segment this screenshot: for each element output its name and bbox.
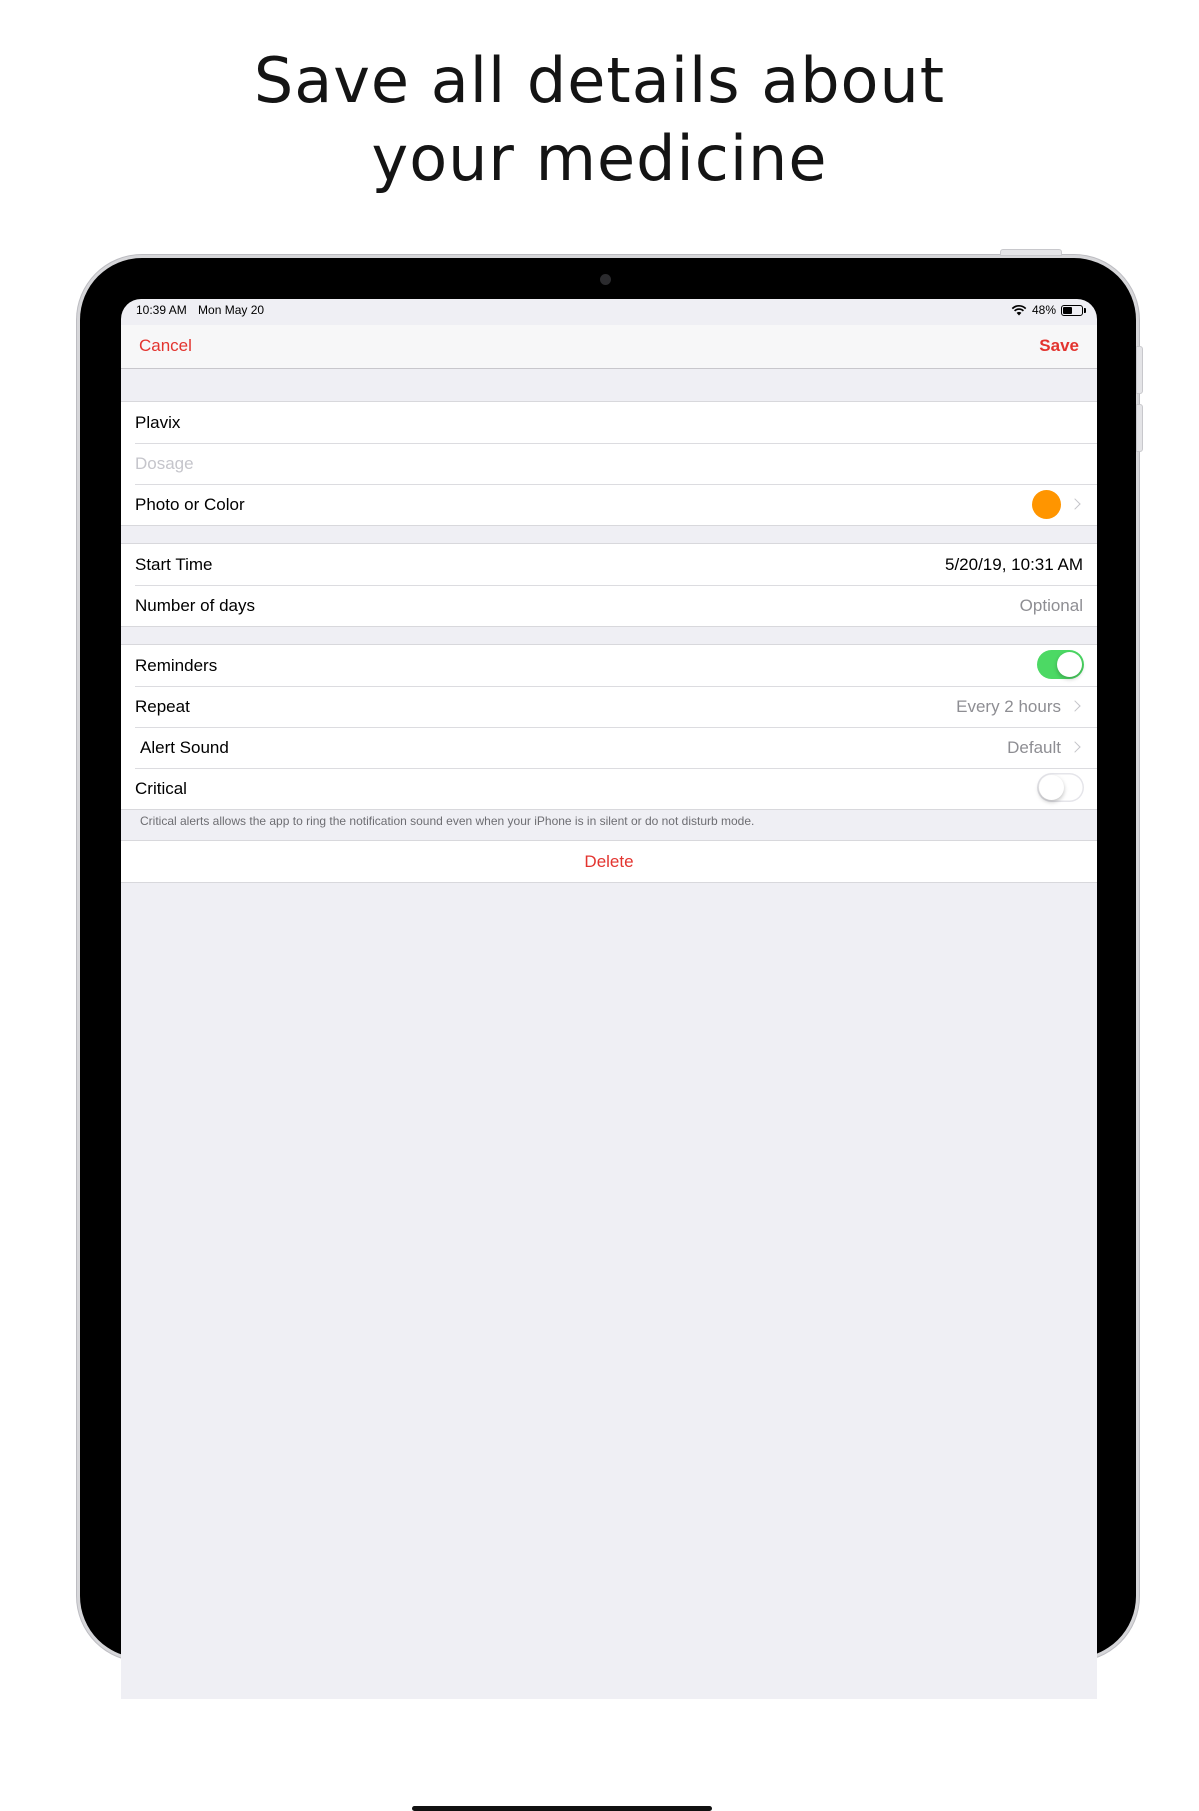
medicine-name-field[interactable]: Plavix: [135, 413, 180, 433]
delete-label: Delete: [584, 852, 634, 871]
chevron-right-icon: [1069, 498, 1081, 510]
photo-or-color-row[interactable]: Photo or Color: [121, 484, 1097, 525]
repeat-value: Every 2 hours: [956, 697, 1061, 716]
number-of-days-label: Number of days: [135, 596, 255, 615]
medicine-name-row[interactable]: Plavix: [121, 402, 1097, 443]
reminders-toggle[interactable]: [1037, 650, 1084, 679]
reminders-label: Reminders: [135, 656, 218, 675]
chevron-right-icon: [1069, 700, 1081, 712]
photo-or-color-label: Photo or Color: [135, 495, 245, 514]
top-button: [1000, 249, 1062, 256]
delete-button[interactable]: Delete: [121, 840, 1097, 883]
navigation-bar: Cancel Save: [121, 325, 1097, 369]
ipad-device-frame: 10:39 AM Mon May 20 48% Cancel Save Plav…: [80, 249, 1143, 1811]
home-indicator: [412, 1806, 712, 1811]
number-of-days-input[interactable]: Optional: [1020, 596, 1083, 616]
start-time-label: Start Time: [135, 555, 213, 574]
alert-sound-row[interactable]: Alert Sound Default: [121, 727, 1097, 768]
start-time-value[interactable]: 5/20/19, 10:31 AM: [945, 555, 1083, 575]
number-of-days-row[interactable]: Number of days Optional: [121, 585, 1097, 626]
medicine-color-swatch: [1032, 490, 1061, 519]
toggle-knob: [1057, 652, 1082, 677]
battery-icon: [1061, 304, 1086, 316]
headline-line-2: your medicine: [371, 122, 828, 195]
toggle-knob: [1039, 775, 1064, 800]
volume-down-button: [1136, 404, 1143, 452]
chevron-right-icon: [1069, 741, 1081, 753]
repeat-label: Repeat: [135, 697, 190, 716]
dosage-field[interactable]: Dosage: [135, 454, 194, 474]
battery-level-fill: [1063, 306, 1072, 314]
reminders-row: Reminders: [121, 645, 1097, 686]
battery-percent: 48%: [1031, 303, 1056, 317]
alerts-section: Reminders Repeat Every 2 hours Alert Sou…: [121, 644, 1097, 810]
alert-sound-value: Default: [1007, 738, 1061, 757]
cancel-button[interactable]: Cancel: [139, 336, 192, 356]
status-date: Mon May 20: [198, 303, 265, 317]
save-button[interactable]: Save: [1039, 336, 1079, 356]
status-time: 10:39 AM: [136, 303, 187, 317]
wifi-icon: [1011, 304, 1027, 316]
critical-alerts-footnote: Critical alerts allows the app to ring t…: [140, 814, 755, 828]
schedule-section: Start Time 5/20/19, 10:31 AM Number of d…: [121, 543, 1097, 627]
critical-row: Critical: [121, 768, 1097, 809]
start-time-row[interactable]: Start Time 5/20/19, 10:31 AM: [121, 544, 1097, 585]
medicine-info-section: Plavix Dosage Photo or Color: [121, 401, 1097, 526]
app-screen: 10:39 AM Mon May 20 48% Cancel Save Plav…: [121, 299, 1097, 1699]
repeat-row[interactable]: Repeat Every 2 hours: [121, 686, 1097, 727]
dosage-row[interactable]: Dosage: [121, 443, 1097, 484]
critical-label: Critical: [135, 779, 187, 798]
headline-line-1: Save all details about: [253, 44, 946, 117]
alert-sound-label: Alert Sound: [140, 738, 229, 757]
volume-up-button: [1136, 346, 1143, 394]
status-bar: 10:39 AM Mon May 20 48%: [121, 299, 1097, 325]
critical-toggle[interactable]: [1037, 773, 1084, 802]
marketing-headline: Save all details about your medicine: [0, 42, 1199, 198]
front-camera: [600, 274, 611, 285]
